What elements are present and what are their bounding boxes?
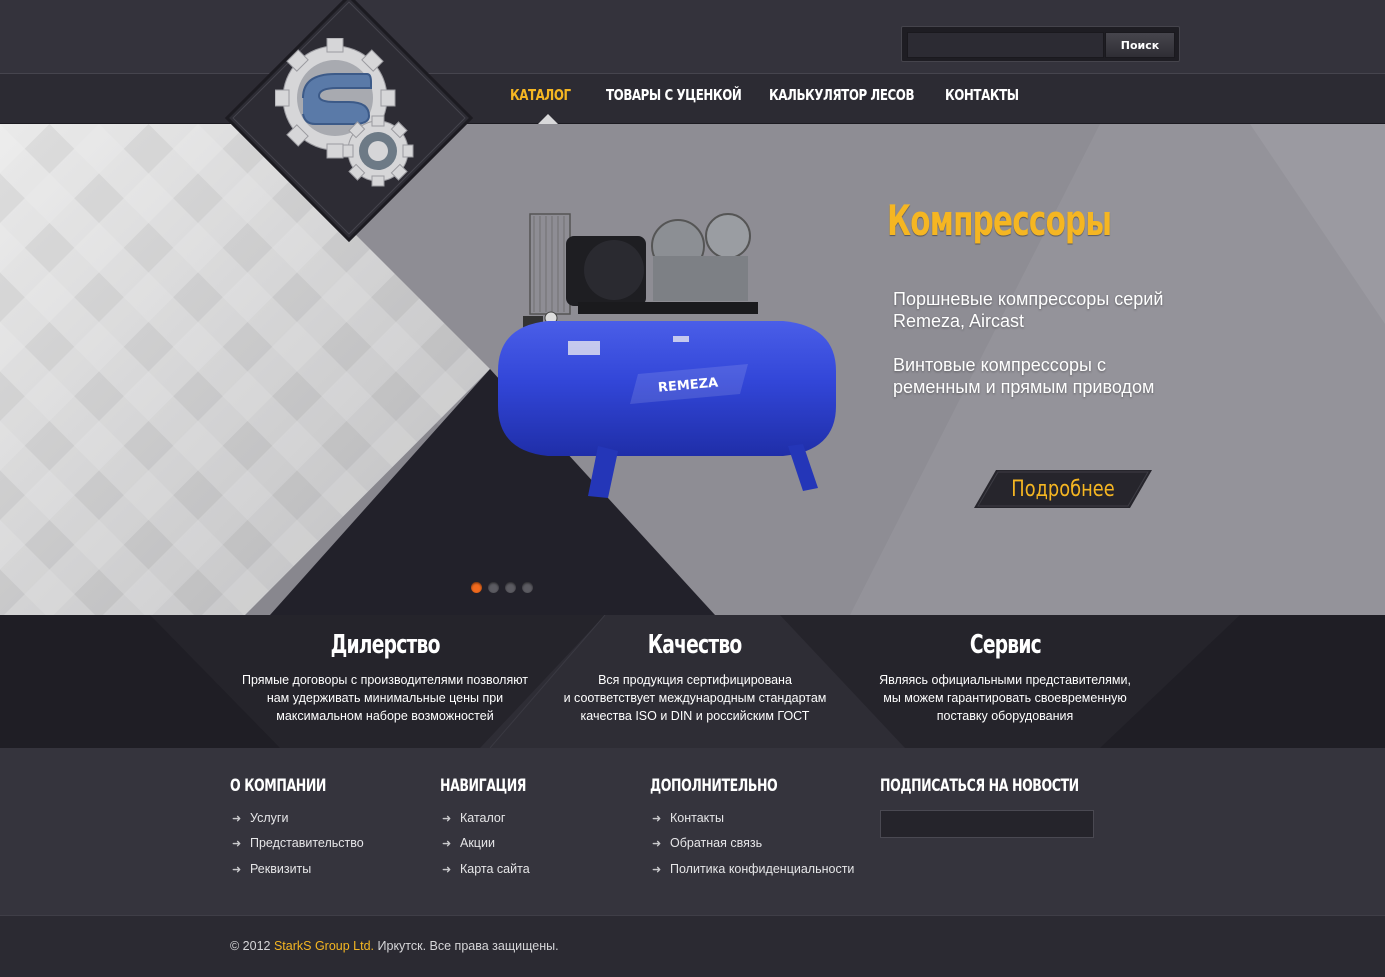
slider-dot[interactable] <box>471 582 482 593</box>
arrow-right-icon: ➜ <box>652 838 662 850</box>
arrow-right-icon: ➜ <box>442 838 452 850</box>
nav-item-scaffold-calculator[interactable]: Калькулятор лесов <box>769 86 915 104</box>
feature-text-dealership: Прямые договоры с производителями позвол… <box>241 673 529 723</box>
footer-link-feedback[interactable]: Обратная связь <box>670 836 762 850</box>
nav-item-discounted[interactable]: Товары с уценкой <box>606 86 742 104</box>
slider-dot[interactable] <box>488 582 499 593</box>
footer-link-representation[interactable]: Представительство <box>250 836 364 850</box>
footer-link-privacy-policy[interactable]: Политика конфиденциальности <box>670 862 854 876</box>
logo-gears-icon <box>275 38 414 187</box>
arrow-right-icon: ➜ <box>232 864 242 876</box>
slider-dot[interactable] <box>505 582 516 593</box>
feature-title-dealership: Дилерство <box>330 630 440 660</box>
slide-text-line: Remeza, Aircast <box>893 311 1025 331</box>
search-box: Поиск <box>901 26 1180 62</box>
hero-slider: REMEZA Компрессоры Поршневые компрессоры… <box>0 124 1385 615</box>
bottom-bar <box>0 915 1385 977</box>
feature-text-quality: Вся продукция сертифицирована и соответст… <box>563 673 827 723</box>
slide-text-line: ременным и прямым приводом <box>893 377 1155 397</box>
arrow-right-icon: ➜ <box>652 864 662 876</box>
copyright-prefix: © 2012 <box>230 939 274 953</box>
footer-title-navigation: Навигация <box>440 776 527 796</box>
footer-link-services[interactable]: Услуги <box>250 811 288 825</box>
arrow-right-icon: ➜ <box>232 813 242 825</box>
nav-active-pointer <box>538 114 558 124</box>
arrow-right-icon: ➜ <box>442 813 452 825</box>
search-input[interactable] <box>907 32 1104 58</box>
slide-text-line: Винтовые компрессоры с <box>893 355 1106 375</box>
footer-title-about: О компании <box>230 776 327 796</box>
footer-link-contacts[interactable]: Контакты <box>670 811 724 825</box>
footer-title-additional: Дополнительно <box>650 776 778 796</box>
feature-text-service: Являясь официальными представителями, мы … <box>879 673 1131 723</box>
subscribe-input[interactable] <box>880 810 1094 838</box>
footer-link-requisites[interactable]: Реквизиты <box>250 862 311 876</box>
arrow-right-icon: ➜ <box>652 813 662 825</box>
feature-title-service: Сервис <box>969 630 1041 660</box>
copyright-suffix: Иркутск. Все права защищены. <box>374 939 559 953</box>
search-button[interactable]: Поиск <box>1105 32 1175 58</box>
feature-title-quality: Качество <box>648 630 743 660</box>
more-button[interactable]: Подробнее <box>974 470 1152 508</box>
footer-title-subscribe: Подписаться на новости <box>880 776 1079 796</box>
footer <box>0 748 1385 915</box>
nav-item-catalog[interactable]: Каталог <box>510 86 571 104</box>
nav-item-contacts[interactable]: Контакты <box>945 86 1019 104</box>
slider-dot[interactable] <box>522 582 533 593</box>
arrow-right-icon: ➜ <box>232 838 242 850</box>
more-button-label[interactable]: Подробнее <box>983 477 1143 502</box>
compressor-image: REMEZA <box>498 213 836 498</box>
footer-link-promotions[interactable]: Акции <box>460 836 495 850</box>
company-link[interactable]: StarkS Group Ltd. <box>274 939 374 953</box>
copyright: © 2012 StarkS Group Ltd. Иркутск. Все пр… <box>230 939 559 953</box>
arrow-right-icon: ➜ <box>442 864 452 876</box>
footer-link-sitemap[interactable]: Карта сайта <box>460 862 530 876</box>
slide-text-line: Поршневые компрессоры серий <box>893 289 1164 309</box>
slide-title: Компрессоры <box>887 196 1112 245</box>
footer-link-catalog[interactable]: Каталог <box>460 811 505 825</box>
